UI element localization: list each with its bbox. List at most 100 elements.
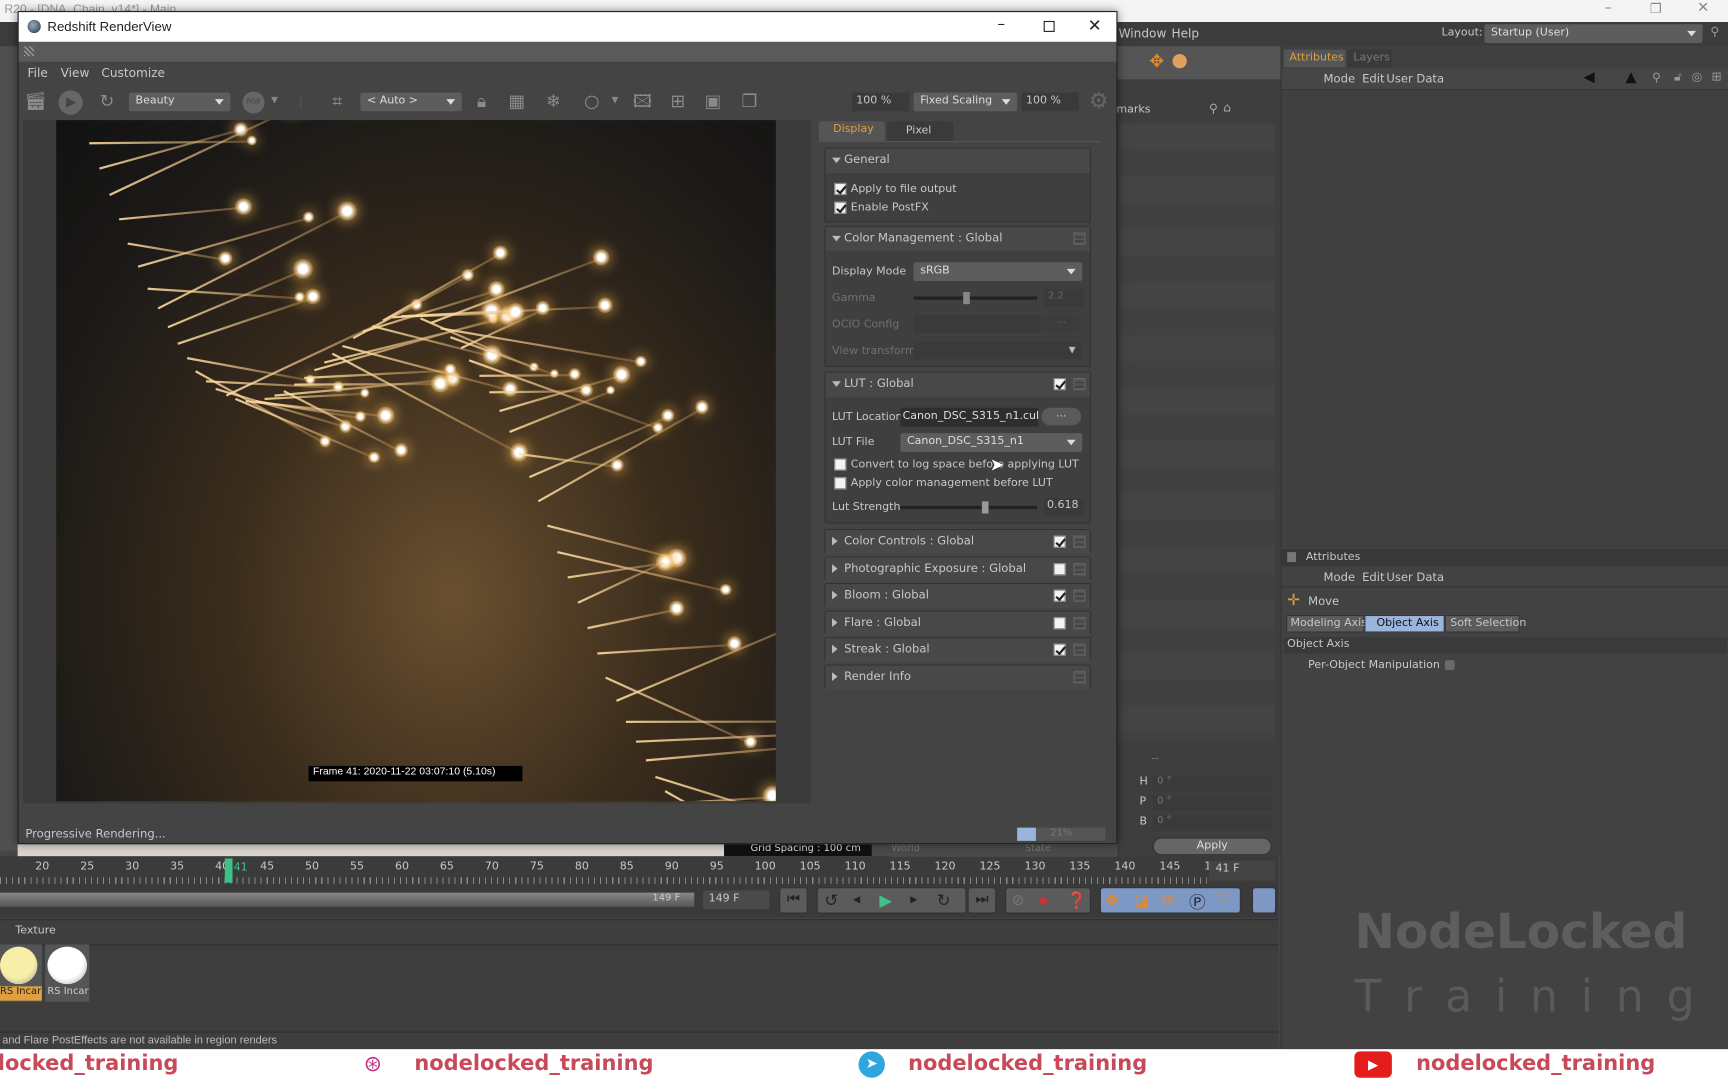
menu-mode[interactable]: Mode — [1324, 571, 1356, 584]
layout-dropdown[interactable]: Startup (User) — [1484, 24, 1703, 43]
section-menu-icon[interactable] — [1073, 616, 1086, 629]
section-header[interactable]: Color Management : Global — [825, 227, 1090, 252]
section-header[interactable]: Bloom : Global — [825, 584, 1090, 609]
region-dropdown[interactable]: < Auto > — [360, 92, 462, 112]
pv-icon[interactable]: ▣ — [702, 90, 724, 112]
next-frame-icon[interactable]: ▸ — [910, 892, 917, 909]
lut-enable-checkbox[interactable] — [1053, 377, 1066, 391]
material-swatch-2[interactable]: RS Incar — [45, 944, 90, 1002]
state-dropdown[interactable]: State — [1025, 843, 1051, 854]
channel-button[interactable]: RGB — [242, 91, 265, 114]
add-snapshot-icon[interactable]: ⊞ — [667, 90, 689, 112]
timeline-ruler[interactable]: 20 25 30 35 40 45 50 55 60 65 70 75 80 85 90 95 100 105 11… — [0, 856, 1279, 885]
scale-field[interactable]: 100 % — [1021, 92, 1079, 112]
display-mode-dropdown[interactable]: sRGB — [913, 262, 1083, 282]
lut-file-dropdown[interactable]: Canon_DSC_S315_n1 — [900, 433, 1083, 452]
minimize-icon[interactable]: – — [997, 15, 1005, 33]
material-swatch-1[interactable]: RS Incar — [0, 944, 42, 1002]
view-transform-dropdown[interactable]: ▼ — [913, 341, 1083, 360]
scale-key-icon[interactable]: ◪ — [1134, 890, 1150, 910]
sphere-icon[interactable]: ● — [1171, 50, 1187, 72]
minimize-icon[interactable]: – — [1605, 0, 1612, 17]
goto-end-icon[interactable]: ⏭ — [967, 887, 997, 914]
coordinate-system-dropdown[interactable]: World — [892, 843, 920, 854]
menu-edit[interactable]: Edit — [1362, 571, 1384, 584]
rotation-key-icon[interactable]: ⟳ — [1162, 890, 1176, 910]
section-menu-icon[interactable] — [1073, 643, 1086, 656]
apply-cm-checkbox[interactable] — [834, 477, 847, 490]
tab-modeling-axis[interactable]: Modeling Axis — [1286, 614, 1367, 633]
grip-icon[interactable] — [24, 46, 35, 57]
section-collapsed[interactable]: Streak : Global — [824, 636, 1092, 663]
image-icon[interactable]: 🖾︎ — [631, 90, 653, 112]
h-field[interactable]: 0 ° — [1152, 775, 1272, 792]
start-render-icon[interactable]: ▶ — [58, 90, 83, 115]
close-icon[interactable]: ✕ — [1697, 0, 1709, 17]
prev-frame-icon[interactable]: ◂ — [853, 892, 860, 909]
menu-edit[interactable]: Edit — [1362, 73, 1384, 86]
section-collapsed[interactable]: Photographic Exposure : Global — [824, 555, 1092, 582]
autokey-icon[interactable]: ❓ — [1067, 890, 1088, 910]
circle-icon[interactable]: ○ — [581, 90, 603, 112]
current-frame-field[interactable]: 41 F — [1208, 860, 1276, 881]
section-enable-checkbox[interactable] — [1053, 616, 1066, 629]
section-header[interactable]: Streak : Global — [825, 638, 1090, 663]
back-arrow-icon[interactable]: ◀ — [1584, 69, 1595, 86]
section-enable-checkbox[interactable] — [1053, 589, 1066, 602]
section-header[interactable]: LUT : Global — [825, 372, 1090, 397]
convert-log-checkbox[interactable] — [834, 458, 847, 471]
gamma-field[interactable]: 2.2 — [1043, 288, 1084, 307]
enable-postfx-checkbox[interactable] — [834, 201, 847, 214]
bookmark-search-icon[interactable]: ⚲ — [1209, 101, 1218, 115]
section-menu-icon[interactable] — [1073, 535, 1086, 548]
home-icon[interactable]: ⌂ — [1223, 100, 1231, 114]
range-slider[interactable]: 149 F — [0, 892, 695, 907]
new-panel-icon[interactable]: ⊞ — [1711, 69, 1721, 83]
menu-customize[interactable]: Customize — [101, 66, 165, 80]
section-enable-checkbox[interactable] — [1053, 535, 1066, 548]
section-menu-icon[interactable] — [1073, 589, 1086, 602]
menu-file[interactable]: File — [28, 66, 48, 80]
tab-layers[interactable]: Layers — [1347, 49, 1392, 68]
zoom-field[interactable]: 100 % — [851, 92, 910, 112]
lut-location-field[interactable]: Canon_DSC_S315_n1.cube — [900, 407, 1039, 427]
crop-icon[interactable]: ⌗ — [326, 90, 348, 112]
per-object-checkbox[interactable] — [1444, 660, 1455, 671]
playhead[interactable] — [224, 858, 233, 883]
section-enable-checkbox[interactable] — [1053, 562, 1066, 575]
position-key-icon[interactable]: ✥ — [1105, 890, 1119, 910]
section-menu-icon[interactable] — [1073, 670, 1086, 683]
copy-icon[interactable]: ❐ — [738, 90, 760, 112]
search-icon[interactable]: ⚲ — [1652, 71, 1661, 85]
refresh-icon[interactable]: ↻ — [96, 90, 118, 112]
menu-user-data[interactable]: User Data — [1386, 73, 1444, 86]
menu-view[interactable]: View — [61, 66, 90, 80]
scaling-dropdown[interactable]: Fixed Scaling — [913, 92, 1018, 112]
grid-dots-icon[interactable]: ⁞ — [290, 90, 312, 112]
tab-pixel[interactable]: Pixel — [887, 121, 954, 142]
lock-icon[interactable]: 🔓︎ — [1674, 69, 1682, 84]
menu-texture[interactable]: Texture — [15, 925, 55, 937]
restore-icon[interactable]: ❐ — [1650, 1, 1662, 16]
section-menu-icon[interactable] — [1073, 562, 1086, 575]
section-collapsed[interactable]: Flare : Global — [824, 609, 1092, 636]
target-icon[interactable]: ◎ — [1692, 69, 1703, 83]
tab-display[interactable]: Display — [818, 121, 885, 142]
slider-handle[interactable] — [981, 501, 989, 514]
move-tool-icon[interactable]: ✥ — [1149, 51, 1164, 72]
pla-key-icon[interactable]: ⁙ — [1216, 890, 1229, 908]
drag-handle[interactable] — [18, 41, 1117, 62]
lock-icon[interactable]: 🔒︎ — [471, 90, 493, 112]
section-collapsed[interactable]: Bloom : Global — [824, 582, 1092, 609]
section-menu-icon[interactable] — [1073, 232, 1086, 245]
ocio-field[interactable] — [913, 315, 1041, 333]
section-header[interactable]: General — [825, 148, 1090, 174]
parameter-key-icon[interactable]: Ⓟ — [1189, 890, 1206, 913]
clapper-icon[interactable]: 🎬︎ — [24, 90, 46, 112]
tab-object-axis[interactable]: Object Axis — [1364, 614, 1445, 633]
image-viewport[interactable]: Frame 41: 2020-11-22 03:07:10 (5.10s) — [23, 120, 812, 804]
ocio-browse-button[interactable]: ... — [1041, 315, 1082, 333]
section-header[interactable]: Photographic Exposure : Global — [825, 557, 1090, 582]
play-icon[interactable]: ▶ — [879, 890, 892, 910]
section-collapsed[interactable]: Render Info — [824, 663, 1092, 690]
